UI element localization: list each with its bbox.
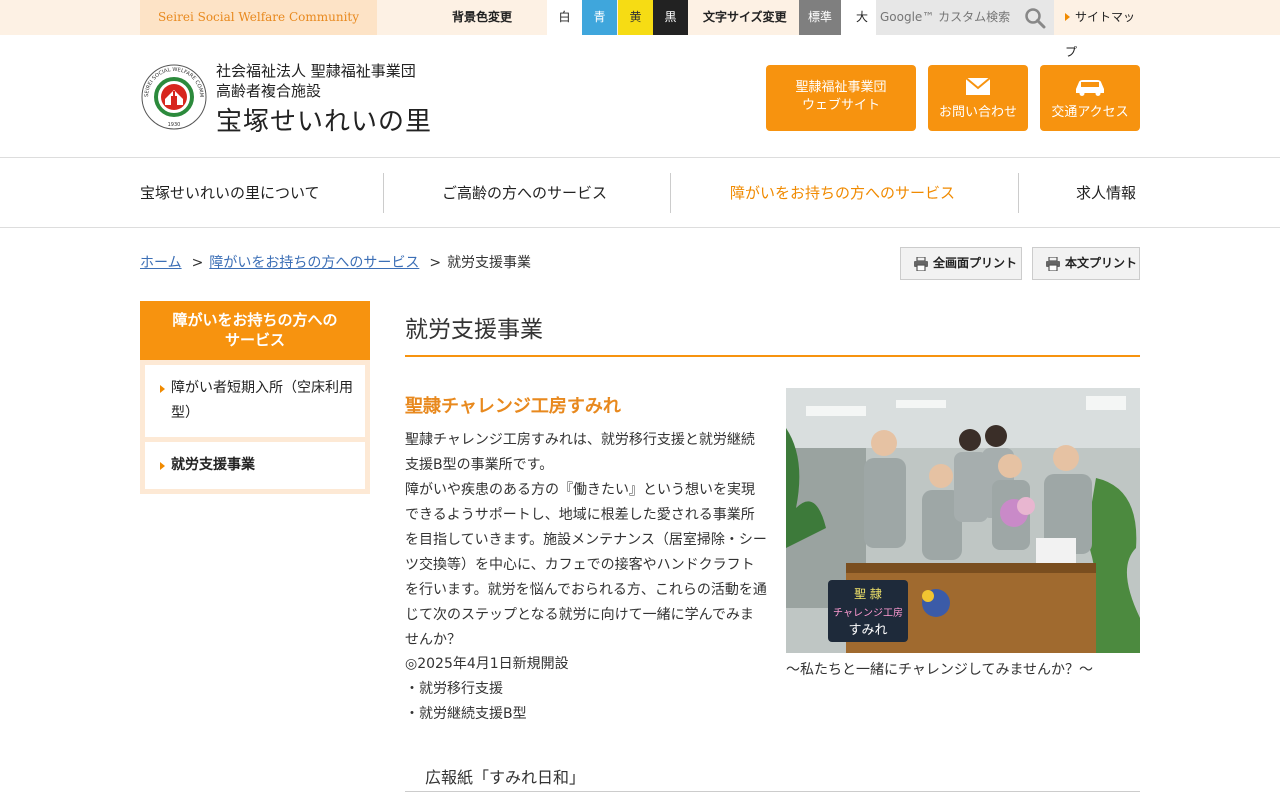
bg-yellow-button[interactable]: 黄 [618, 0, 653, 35]
print-body-button[interactable]: 本文プリント [1032, 247, 1140, 280]
print-full-page-button[interactable]: 全画面プリント [900, 247, 1022, 280]
nav-divider [1018, 173, 1019, 213]
brand-tagline: Seirei Social Welfare Community [140, 0, 377, 35]
sidebar-item-label: 障がい者短期入所（空床利用型） [171, 380, 353, 421]
arrow-right-icon [160, 385, 165, 393]
search-icon[interactable] [1024, 7, 1046, 29]
bg-blue-button[interactable]: 青 [582, 0, 617, 35]
newsletter-divider [405, 791, 1140, 792]
photo-sign-line1: 聖 隷 [854, 587, 882, 601]
breadcrumb-current: 就労支援事業 [447, 255, 532, 271]
sidebar-item-label: 就労支援事業 [171, 457, 255, 473]
print-body-label: 本文プリント [1065, 256, 1138, 270]
breadcrumb-separator: > [429, 255, 442, 271]
list-item: ◎2025年4月1日新規開設 [405, 656, 569, 672]
bg-black-button[interactable]: 黒 [653, 0, 688, 35]
nav-item-about[interactable]: 宝塚せいれいの里について [140, 158, 320, 228]
nav-item-elderly-services[interactable]: ご高齢の方へのサービス [442, 158, 607, 228]
top-utility-inner: Seirei Social Welfare Community 背景色変更 白 … [140, 0, 1140, 59]
print-full-label: 全画面プリント [933, 256, 1018, 270]
bg-white-button[interactable]: 白 [547, 0, 582, 35]
facility-type: 高齢者複合施設 [216, 82, 322, 100]
car-icon [1076, 80, 1104, 96]
arrow-right-icon [1065, 13, 1070, 21]
font-size-label: 文字サイズ変更 [703, 10, 787, 24]
global-nav-inner: 宝塚せいれいの里について ご高齢の方へのサービス 障がいをお持ちの方へのサービス… [140, 158, 1140, 228]
breadcrumb-parent-link[interactable]: 障がいをお持ちの方へのサービス [209, 255, 419, 271]
sidebar-title[interactable]: 障がいをお持ちの方への サービス [140, 301, 370, 360]
list-item: ・就労移行支援 [405, 681, 503, 697]
photo-caption: ～私たちと一緒にチャレンジしてみませんか？～ [786, 662, 1094, 678]
sidebar: 障がいをお持ちの方への サービス 障がい者短期入所（空床利用型） 就労支援事業 [140, 301, 370, 494]
sidebar-title-line1: 障がいをお持ちの方への [172, 311, 338, 329]
team-photo: 聖 隷 チャレンジ工房 すみれ [786, 388, 1140, 653]
sidebar-item-employment-support[interactable]: 就労支援事業 [145, 442, 365, 489]
nav-divider [670, 173, 671, 213]
intro-text: 聖隷チャレンジ工房すみれは、就労移行支援と就労継続支援B型の事業所です。 障がい… [405, 428, 767, 653]
mail-icon [965, 77, 991, 95]
photo-sign-line2: チャレンジ工房 [833, 606, 903, 619]
printer-icon [1046, 257, 1060, 271]
access-button[interactable]: 交通アクセス [1040, 65, 1140, 131]
contact-label: お問い合わせ [938, 105, 1017, 120]
nav-item-disability-services[interactable]: 障がいをお持ちの方へのサービス [730, 158, 955, 228]
font-size-standard-button[interactable]: 標準 [799, 0, 841, 35]
logo-year: 1930 [168, 122, 181, 128]
list-item: ・就労継続支援B型 [405, 706, 527, 722]
access-label: 交通アクセス [1051, 105, 1129, 120]
title-divider [405, 355, 1140, 357]
site-header: SEIREI SOCIAL WELFARE COMMUNITY 1930 社会福… [140, 35, 1140, 157]
sidebar-title-line2: サービス [224, 331, 285, 349]
org-name: 社会福祉法人 聖隷福祉事業団 [216, 62, 416, 80]
seirei-logo-icon[interactable]: SEIREI SOCIAL WELFARE COMMUNITY 1930 [140, 63, 208, 131]
sidebar-item-short-stay[interactable]: 障がい者短期入所（空床利用型） [145, 365, 365, 437]
nav-divider [383, 173, 384, 213]
background-color-label: 背景色変更 [452, 10, 513, 24]
seirei-website-line2: ウェブサイト [801, 98, 880, 113]
newsletter-heading: 広報紙「すみれ日和」 [425, 768, 586, 787]
breadcrumb-separator: > [191, 255, 204, 271]
photo-sign-line3: すみれ [848, 623, 887, 638]
intro-paragraph-2: 障がいや疾患のある方の『働きたい』という想いを実現できるようサポートし、地域に根… [405, 482, 767, 648]
section-title: 聖隷チャレンジ工房すみれ [405, 396, 621, 417]
site-search [876, 0, 1054, 35]
site-title[interactable]: 宝塚せいれいの里 [216, 101, 432, 138]
intro-paragraph-1: 聖隷チャレンジ工房すみれは、就労移行支援と就労継続支援B型の事業所です。 [405, 432, 755, 473]
breadcrumb-home-link[interactable]: ホーム [140, 255, 182, 271]
sitemap-link[interactable]: サイトマップ [1065, 0, 1140, 59]
printer-icon [914, 257, 928, 271]
seirei-website-button[interactable]: 聖隷福祉事業団 ウェブサイト [766, 65, 916, 131]
service-list: ◎2025年4月1日新規開設 ・就労移行支援 ・就労継続支援B型 [405, 652, 767, 727]
top-utility-bar: Seirei Social Welfare Community 背景色変更 白 … [0, 0, 1280, 59]
search-input[interactable] [880, 6, 1020, 28]
seirei-website-line1: 聖隷福祉事業団 [795, 80, 887, 95]
breadcrumb: ホーム > 障がいをお持ちの方へのサービス > 就労支援事業 [140, 252, 531, 272]
contact-button[interactable]: お問い合わせ [928, 65, 1028, 131]
arrow-right-icon [160, 462, 165, 470]
global-nav: 宝塚せいれいの里について ご高齢の方へのサービス 障がいをお持ちの方へのサービス… [0, 157, 1280, 228]
page-title: 就労支援事業 [405, 317, 543, 343]
nav-item-recruitment[interactable]: 求人情報 [1076, 158, 1136, 228]
